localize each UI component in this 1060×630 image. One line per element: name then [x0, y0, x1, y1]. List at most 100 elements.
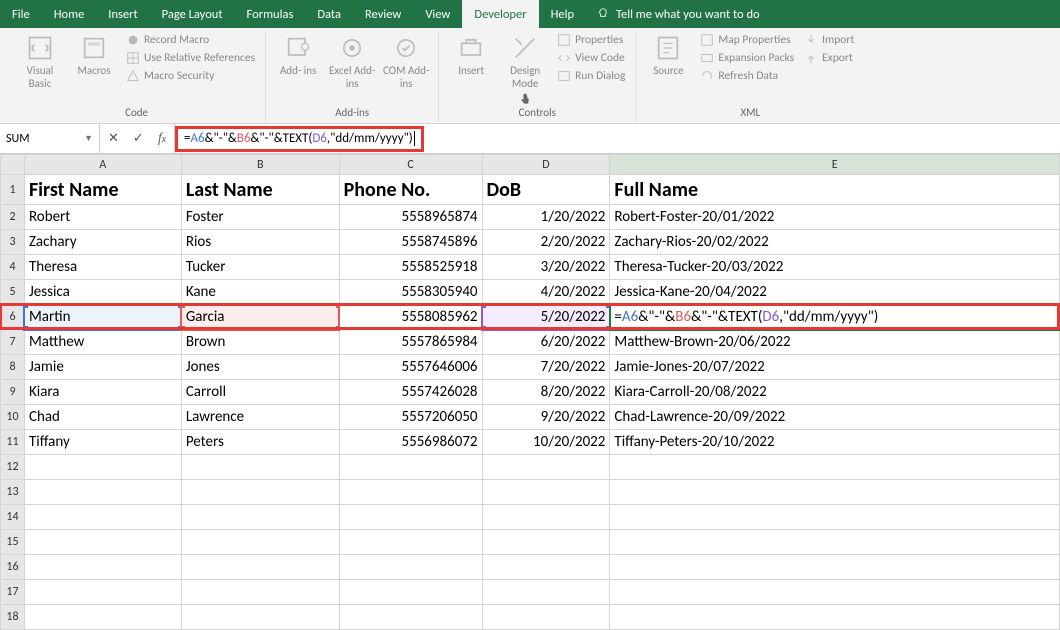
- col-header-B[interactable]: B: [181, 155, 339, 175]
- cell-B3[interactable]: Rios: [181, 230, 339, 255]
- cell-empty[interactable]: [24, 505, 181, 530]
- cell-empty[interactable]: [24, 455, 181, 480]
- row-header[interactable]: 13: [1, 480, 25, 505]
- cell-empty[interactable]: [339, 530, 482, 555]
- row-header[interactable]: 5: [1, 280, 25, 305]
- tab-file[interactable]: File: [0, 0, 42, 28]
- cell-B1[interactable]: Last Name: [181, 175, 339, 205]
- cell-A7[interactable]: Matthew: [24, 330, 181, 355]
- cell-empty[interactable]: [482, 480, 610, 505]
- row-header[interactable]: 16: [1, 555, 25, 580]
- cell-B7[interactable]: Brown: [181, 330, 339, 355]
- cell-empty[interactable]: [339, 580, 482, 605]
- cell-A4[interactable]: Theresa: [24, 255, 181, 280]
- tab-developer[interactable]: Developer: [462, 0, 538, 28]
- cell-D9[interactable]: 8/20/2022: [482, 380, 610, 405]
- cell-empty[interactable]: [482, 580, 610, 605]
- cell-C9[interactable]: 5557426028: [339, 380, 482, 405]
- tab-insert[interactable]: Insert: [96, 0, 149, 28]
- xml-source-button[interactable]: Source: [644, 32, 692, 77]
- row-header[interactable]: 11: [1, 430, 25, 455]
- cancel-formula-icon[interactable]: ✕: [108, 131, 119, 146]
- cell-empty[interactable]: [24, 480, 181, 505]
- cell-empty[interactable]: [339, 480, 482, 505]
- cell-empty[interactable]: [181, 455, 339, 480]
- cell-A6[interactable]: Martin: [24, 305, 181, 330]
- row-header[interactable]: 8: [1, 355, 25, 380]
- cell-empty[interactable]: [181, 605, 339, 630]
- cell-empty[interactable]: [610, 555, 1060, 580]
- cell-C8[interactable]: 5557646006: [339, 355, 482, 380]
- cell-A9[interactable]: Kiara: [24, 380, 181, 405]
- cell-D6[interactable]: 5/20/2022: [482, 305, 610, 330]
- tab-data[interactable]: Data: [305, 0, 353, 28]
- cell-B2[interactable]: Foster: [181, 205, 339, 230]
- cell-B5[interactable]: Kane: [181, 280, 339, 305]
- name-box[interactable]: SUM ▼: [0, 124, 100, 153]
- cell-D2[interactable]: 1/20/2022: [482, 205, 610, 230]
- cell-A3[interactable]: Zachary: [24, 230, 181, 255]
- map-properties-button[interactable]: Map Properties: [698, 32, 796, 48]
- relative-refs-button[interactable]: Use Relative References: [124, 50, 257, 66]
- cell-empty[interactable]: [339, 555, 482, 580]
- cell-empty[interactable]: [610, 605, 1060, 630]
- excel-addins-button[interactable]: Excel Add-ins: [328, 32, 376, 90]
- col-header-E[interactable]: E: [610, 155, 1060, 175]
- cell-C7[interactable]: 5557865984: [339, 330, 482, 355]
- chevron-down-icon[interactable]: ▼: [84, 133, 93, 144]
- view-code-button[interactable]: View Code: [555, 50, 627, 66]
- cell-E11[interactable]: Tiffany-Peters-20/10/2022: [610, 430, 1060, 455]
- row-header[interactable]: 9: [1, 380, 25, 405]
- cell-A8[interactable]: Jamie: [24, 355, 181, 380]
- row-header[interactable]: 10: [1, 405, 25, 430]
- accept-formula-icon[interactable]: ✓: [133, 131, 144, 146]
- cell-empty[interactable]: [482, 605, 610, 630]
- cell-empty[interactable]: [181, 530, 339, 555]
- cell-E4[interactable]: Theresa-Tucker-20/03/2022: [610, 255, 1060, 280]
- cell-A2[interactable]: Robert: [24, 205, 181, 230]
- record-macro-button[interactable]: Record Macro: [124, 32, 257, 48]
- properties-button[interactable]: Properties: [555, 32, 627, 48]
- macros-button[interactable]: Macros: [70, 32, 118, 77]
- cell-D11[interactable]: 10/20/2022: [482, 430, 610, 455]
- row-header[interactable]: 3: [1, 230, 25, 255]
- cell-empty[interactable]: [339, 455, 482, 480]
- cell-E5[interactable]: Jessica-Kane-20/04/2022: [610, 280, 1060, 305]
- expansion-packs-button[interactable]: Expansion Packs: [698, 50, 796, 66]
- fx-icon[interactable]: fx: [158, 131, 166, 147]
- select-all-corner[interactable]: [1, 155, 25, 175]
- cell-C6[interactable]: 5558085962: [339, 305, 482, 330]
- col-header-C[interactable]: C: [339, 155, 482, 175]
- cell-E6[interactable]: =A6&"-"&B6&"-"&TEXT(D6,"dd/mm/yyyy"): [610, 305, 1060, 330]
- tab-home[interactable]: Home: [42, 0, 97, 28]
- com-addins-button[interactable]: COM Add-ins: [382, 32, 430, 90]
- visual-basic-button[interactable]: Visual Basic: [16, 32, 64, 90]
- insert-control-button[interactable]: Insert: [447, 32, 495, 77]
- cell-empty[interactable]: [181, 505, 339, 530]
- cell-A10[interactable]: Chad: [24, 405, 181, 430]
- cell-E7[interactable]: Matthew-Brown-20/06/2022: [610, 330, 1060, 355]
- import-xml-button[interactable]: Import: [802, 32, 856, 48]
- cell-D7[interactable]: 6/20/2022: [482, 330, 610, 355]
- cell-empty[interactable]: [482, 555, 610, 580]
- cell-C2[interactable]: 5558965874: [339, 205, 482, 230]
- row-header[interactable]: 15: [1, 530, 25, 555]
- row-header[interactable]: 14: [1, 505, 25, 530]
- cell-B4[interactable]: Tucker: [181, 255, 339, 280]
- cell-D3[interactable]: 2/20/2022: [482, 230, 610, 255]
- cell-C10[interactable]: 5557206050: [339, 405, 482, 430]
- cell-empty[interactable]: [482, 455, 610, 480]
- row-header[interactable]: 12: [1, 455, 25, 480]
- cell-B9[interactable]: Carroll: [181, 380, 339, 405]
- cell-empty[interactable]: [181, 555, 339, 580]
- row-header[interactable]: 17: [1, 580, 25, 605]
- cell-A1[interactable]: First Name: [24, 175, 181, 205]
- cell-empty[interactable]: [24, 605, 181, 630]
- row-header[interactable]: 7: [1, 330, 25, 355]
- cell-empty[interactable]: [482, 530, 610, 555]
- row-header[interactable]: 18: [1, 605, 25, 630]
- export-xml-button[interactable]: Export: [802, 50, 856, 66]
- cell-empty[interactable]: [24, 530, 181, 555]
- cell-E1[interactable]: Full Name: [610, 175, 1060, 205]
- tell-me-search[interactable]: Tell me what you want to do: [586, 0, 770, 28]
